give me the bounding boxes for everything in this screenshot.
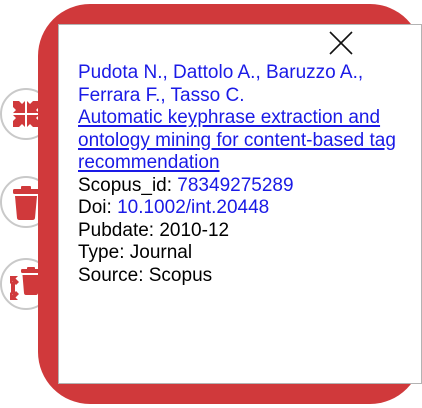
authors-list: Pudota N., Dattolo A., Baruzzo A., Ferra… <box>78 62 364 106</box>
close-icon <box>329 31 353 55</box>
doi-row: Doi: 10.1002/int.20448 <box>78 197 398 220</box>
doi-value[interactable]: 10.1002/int.20448 <box>117 197 269 218</box>
scopus-id-row: Scopus_id: 78349275289 <box>78 175 398 198</box>
scopus-id-value[interactable]: 78349275289 <box>177 175 293 196</box>
record-source: Source: Scopus <box>78 264 213 286</box>
record-details: Pudota N., Dattolo A., Baruzzo A., Ferra… <box>78 62 398 287</box>
pubdate: Pubdate: 2010-12 <box>78 219 230 241</box>
scopus-id-label: Scopus_id: <box>78 174 178 196</box>
paper-title-link[interactable]: Automatic keyphrase extraction and ontol… <box>78 107 396 173</box>
close-button[interactable] <box>328 30 354 56</box>
publication-type: Type: Journal <box>78 242 193 263</box>
doi-label: Doi: <box>78 197 118 218</box>
